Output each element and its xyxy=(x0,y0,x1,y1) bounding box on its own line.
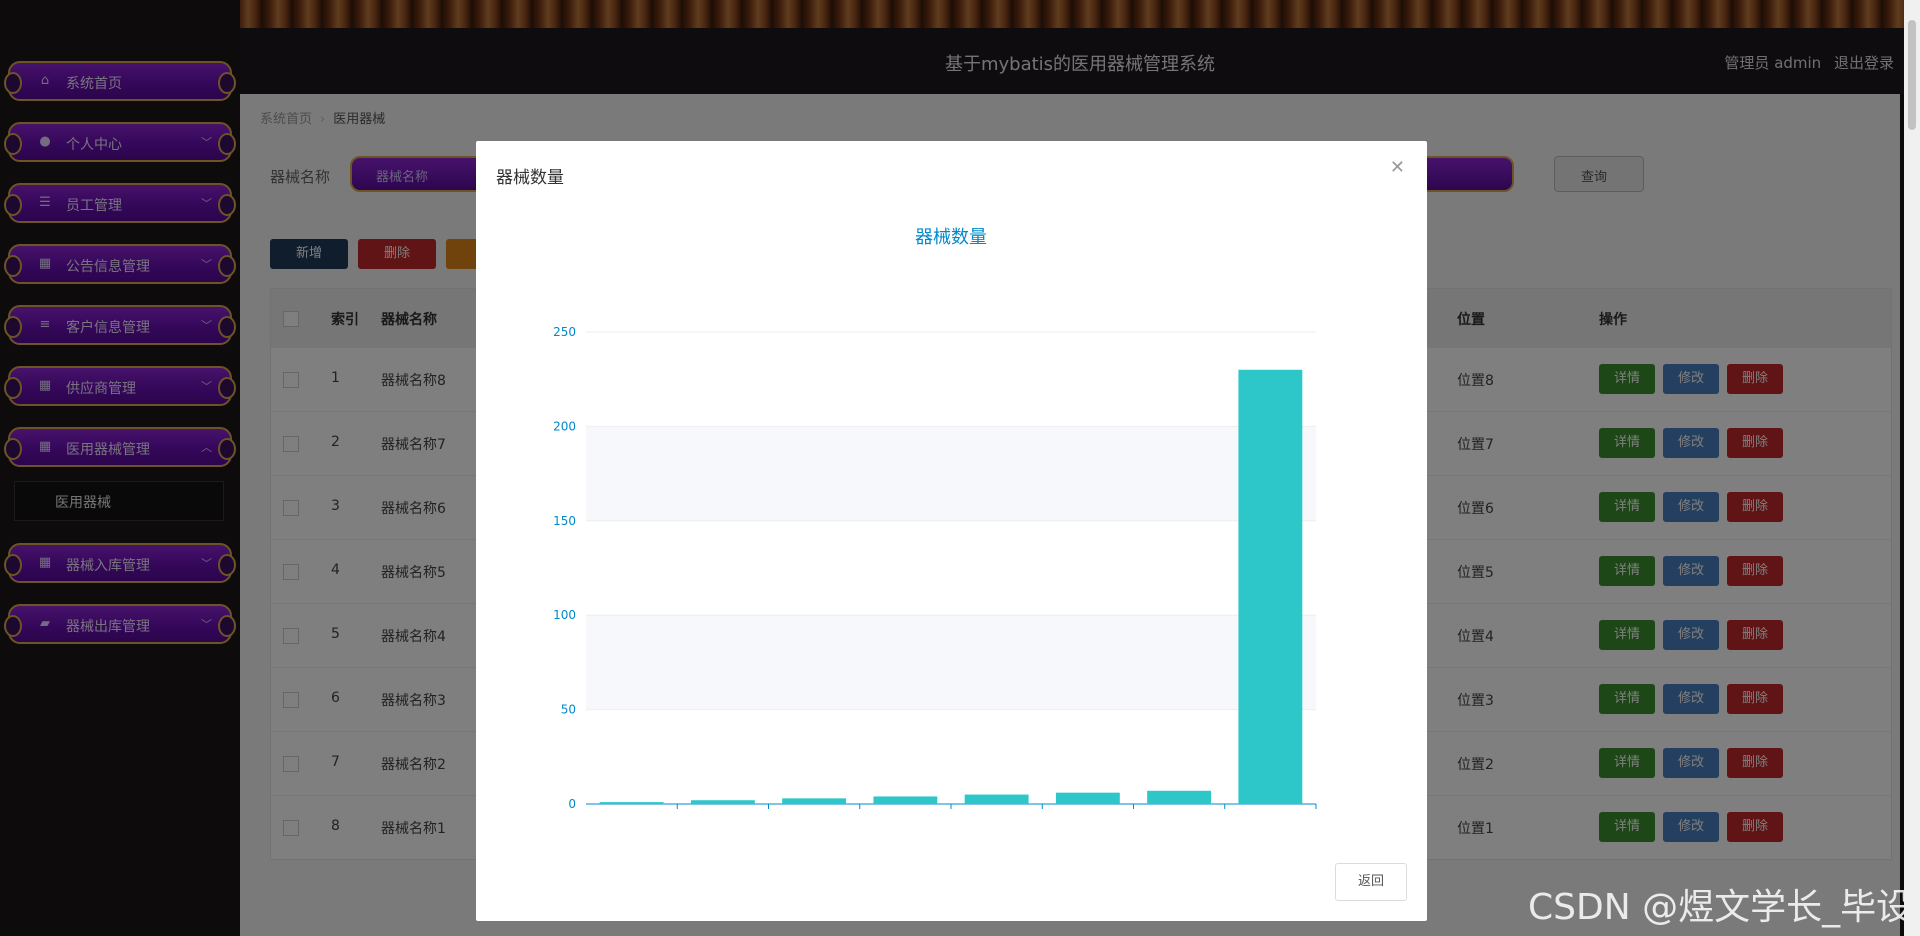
x-tick-label: 器械名称5 xyxy=(971,810,1022,811)
y-tick-label: 0 xyxy=(568,797,576,811)
bar xyxy=(964,794,1029,804)
y-tick-label: 100 xyxy=(553,608,576,622)
grid-band xyxy=(586,615,1316,710)
bar xyxy=(690,800,755,804)
scrollbar-thumb[interactable] xyxy=(1908,20,1916,130)
bar xyxy=(1055,792,1120,804)
bar xyxy=(1238,369,1303,804)
close-icon[interactable]: ✕ xyxy=(1390,157,1405,178)
y-tick-label: 50 xyxy=(561,703,576,717)
scrollbar[interactable] xyxy=(1904,0,1920,936)
bar xyxy=(873,796,938,804)
x-tick-label: 器械名称8 xyxy=(1245,810,1296,811)
y-tick-label: 250 xyxy=(553,325,576,339)
x-tick-label: 器械名称3 xyxy=(789,810,840,811)
x-tick-label: 器械名称1 xyxy=(606,810,657,811)
chart-modal: 器械数量 ✕ 器械数量 0 50 100 150 200 250 器械名称1 器械名称2 器械名称… xyxy=(476,141,1427,921)
grid-band xyxy=(586,709,1316,804)
x-tick-label: 器械名称2 xyxy=(697,810,748,811)
x-tick-label: 器械名称4 xyxy=(880,810,931,811)
grid-band xyxy=(586,332,1316,427)
bar xyxy=(1147,790,1212,804)
back-button[interactable]: 返回 xyxy=(1335,863,1407,901)
x-tick-label: 器械名称7 xyxy=(1154,810,1205,811)
chart-title: 器械数量 xyxy=(915,227,987,248)
x-tick-label: 器械名称6 xyxy=(1062,810,1113,811)
y-tick-label: 150 xyxy=(553,514,576,528)
bar xyxy=(599,802,664,804)
modal-title: 器械数量 xyxy=(496,168,564,188)
bar-chart: 器械数量 0 50 100 150 200 250 器械名称1 器械名称2 器械名称3 器械名称4 器… xyxy=(553,227,1317,811)
watermark: CSDN @煜文学长_毕设 xyxy=(1528,887,1913,928)
y-tick-label: 200 xyxy=(553,419,576,433)
bar xyxy=(782,798,847,804)
grid-band xyxy=(586,426,1316,521)
grid-band xyxy=(586,520,1316,616)
